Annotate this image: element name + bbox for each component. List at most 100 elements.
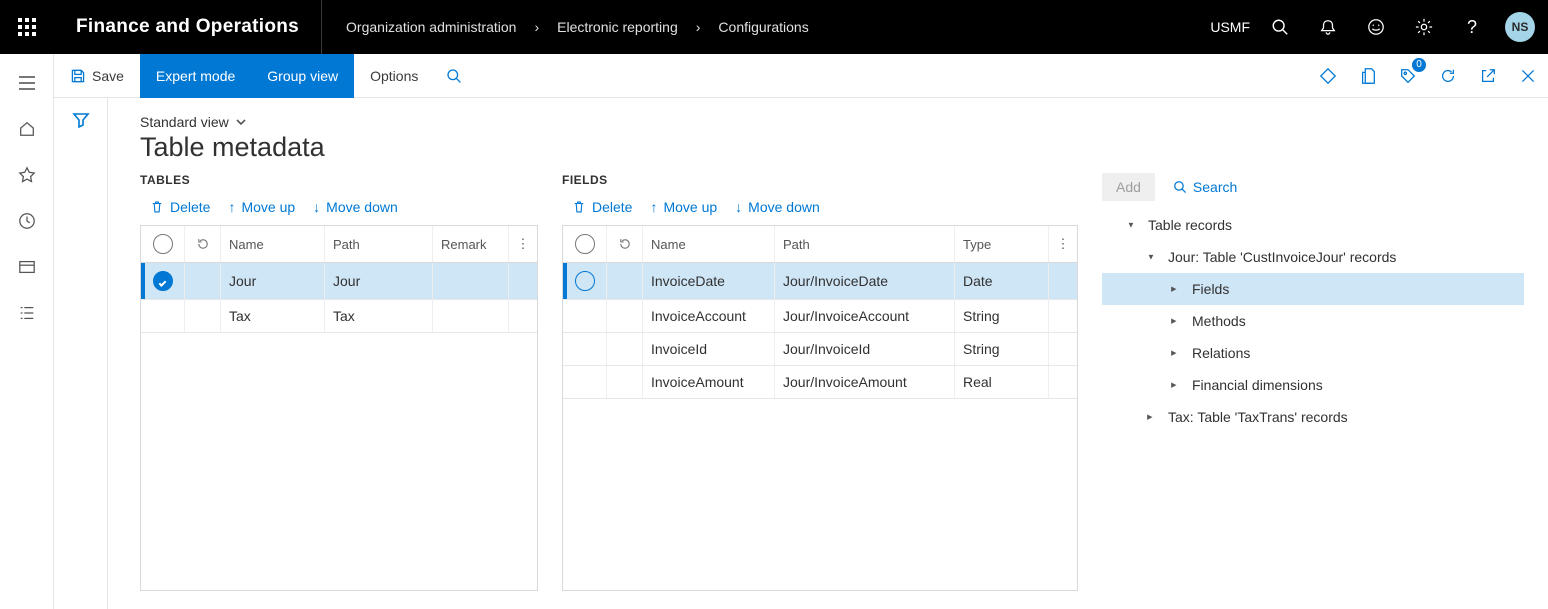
expand-icon[interactable]	[1126, 220, 1138, 231]
expand-icon[interactable]	[1170, 348, 1182, 359]
column-header-name[interactable]: Name	[221, 226, 325, 262]
header-right: USMF ? NS	[1210, 0, 1548, 54]
expand-icon[interactable]	[1146, 252, 1158, 263]
settings-button[interactable]	[1400, 0, 1448, 54]
pin-button[interactable]	[1308, 54, 1348, 98]
expand-icon[interactable]	[1146, 412, 1158, 423]
open-new-button[interactable]	[1468, 54, 1508, 98]
add-button[interactable]: Add	[1102, 173, 1155, 201]
view-selector[interactable]: Standard view	[140, 114, 1524, 130]
feedback-button[interactable]	[1352, 0, 1400, 54]
tree-node-methods[interactable]: Methods	[1102, 305, 1524, 337]
refresh-column[interactable]	[607, 226, 643, 262]
arrow-up-icon: ↑	[228, 199, 235, 215]
tree-node-tax[interactable]: Tax: Table 'TaxTrans' records	[1102, 401, 1524, 433]
action-search-button[interactable]	[434, 68, 474, 84]
breadcrumb-item[interactable]: Configurations	[718, 19, 808, 35]
nav-recent-button[interactable]	[0, 198, 54, 244]
tables-move-down-button[interactable]: ↓Move down	[313, 199, 398, 215]
fields-grid: Name Path Type ⋮ InvoiceDate Jo	[562, 225, 1078, 591]
nav-toggle-button[interactable]	[0, 60, 54, 106]
fields-panel: FIELDS Delete ↑Move up ↓Move down Name	[562, 173, 1078, 591]
table-row[interactable]: InvoiceDate Jour/InvoiceDate Date	[563, 263, 1077, 300]
close-button[interactable]	[1508, 54, 1548, 98]
row-selector[interactable]	[153, 271, 173, 291]
column-header-remark[interactable]: Remark	[433, 226, 509, 262]
filter-rail	[54, 98, 108, 609]
hamburger-icon	[17, 75, 37, 91]
nav-workspaces-button[interactable]	[0, 244, 54, 290]
expand-icon[interactable]	[1170, 316, 1182, 327]
filter-icon	[71, 110, 91, 130]
fields-heading: FIELDS	[562, 173, 1078, 187]
navigation-rail	[0, 54, 54, 609]
filter-button[interactable]	[71, 110, 91, 609]
refresh-icon	[196, 237, 210, 251]
nav-modules-button[interactable]	[0, 290, 54, 336]
tree-node-relations[interactable]: Relations	[1102, 337, 1524, 369]
user-avatar[interactable]: NS	[1496, 0, 1544, 54]
expand-icon[interactable]	[1170, 380, 1182, 391]
attach-button[interactable]	[1348, 54, 1388, 98]
table-row[interactable]: InvoiceAccount Jour/InvoiceAccount Strin…	[563, 300, 1077, 333]
refresh-column[interactable]	[185, 226, 221, 262]
alerts-button[interactable]	[1304, 0, 1352, 54]
select-all-checkbox[interactable]	[563, 226, 607, 262]
tree-search-button[interactable]: Search	[1173, 179, 1237, 195]
open-external-icon	[1479, 67, 1497, 85]
tables-delete-button[interactable]: Delete	[150, 199, 210, 215]
search-icon	[1173, 180, 1187, 194]
breadcrumb-item[interactable]: Organization administration	[346, 19, 516, 35]
action-bar: Save Expert mode Group view Options 0	[54, 54, 1548, 98]
workspace-icon	[18, 258, 36, 276]
tree-node-fields[interactable]: Fields	[1102, 273, 1524, 305]
fields-delete-button[interactable]: Delete	[572, 199, 632, 215]
tables-panel: TABLES Delete ↑Move up ↓Move down Name	[140, 173, 538, 591]
fields-move-up-button[interactable]: ↑Move up	[650, 199, 717, 215]
search-button[interactable]	[1256, 0, 1304, 54]
tree-panel: Add Search Table records Jour: Table 'Cu…	[1102, 173, 1524, 591]
waffle-icon	[18, 18, 36, 36]
column-header-path[interactable]: Path	[775, 226, 955, 262]
app-launcher-button[interactable]	[0, 0, 54, 54]
tree-node-jour[interactable]: Jour: Table 'CustInvoiceJour' records	[1102, 241, 1524, 273]
tree-node-root[interactable]: Table records	[1102, 209, 1524, 241]
brand-name: Finance and Operations	[54, 0, 322, 54]
fields-move-down-button[interactable]: ↓Move down	[735, 199, 820, 215]
notification-badge: 0	[1412, 58, 1426, 72]
column-header-type[interactable]: Type	[955, 226, 1049, 262]
expert-mode-button[interactable]: Expert mode	[140, 54, 251, 98]
group-view-button[interactable]: Group view	[251, 54, 354, 98]
gear-icon	[1415, 18, 1433, 36]
table-row[interactable]: InvoiceId Jour/InvoiceId String	[563, 333, 1077, 366]
close-icon	[1520, 68, 1536, 84]
nav-home-button[interactable]	[0, 106, 54, 152]
options-button[interactable]: Options	[354, 54, 434, 98]
modules-icon	[18, 304, 36, 322]
table-row[interactable]: Tax Tax	[141, 300, 537, 333]
refresh-button[interactable]	[1428, 54, 1468, 98]
tables-move-up-button[interactable]: ↑Move up	[228, 199, 295, 215]
home-icon	[18, 120, 36, 138]
company-picker[interactable]: USMF	[1210, 19, 1250, 35]
chevron-right-icon: ›	[696, 19, 701, 35]
expand-icon[interactable]	[1170, 284, 1182, 295]
arrow-down-icon: ↓	[313, 199, 320, 215]
nav-favorites-button[interactable]	[0, 152, 54, 198]
save-button[interactable]: Save	[54, 54, 140, 98]
row-selector[interactable]	[575, 271, 595, 291]
column-header-path[interactable]: Path	[325, 226, 433, 262]
table-row[interactable]: InvoiceAmount Jour/InvoiceAmount Real	[563, 366, 1077, 399]
breadcrumb-item[interactable]: Electronic reporting	[557, 19, 678, 35]
tree-node-findim[interactable]: Financial dimensions	[1102, 369, 1524, 401]
help-button[interactable]: ?	[1448, 0, 1496, 54]
navigation-tree: Table records Jour: Table 'CustInvoiceJo…	[1102, 209, 1524, 433]
column-header-name[interactable]: Name	[643, 226, 775, 262]
grid-more-button[interactable]: ⋮	[509, 226, 537, 262]
tables-grid: Name Path Remark ⋮ Jour Jour	[140, 225, 538, 591]
refresh-icon	[1439, 67, 1457, 85]
grid-more-button[interactable]: ⋮	[1049, 226, 1077, 262]
table-row[interactable]: Jour Jour	[141, 263, 537, 300]
messages-button[interactable]: 0	[1388, 54, 1428, 98]
select-all-checkbox[interactable]	[141, 226, 185, 262]
